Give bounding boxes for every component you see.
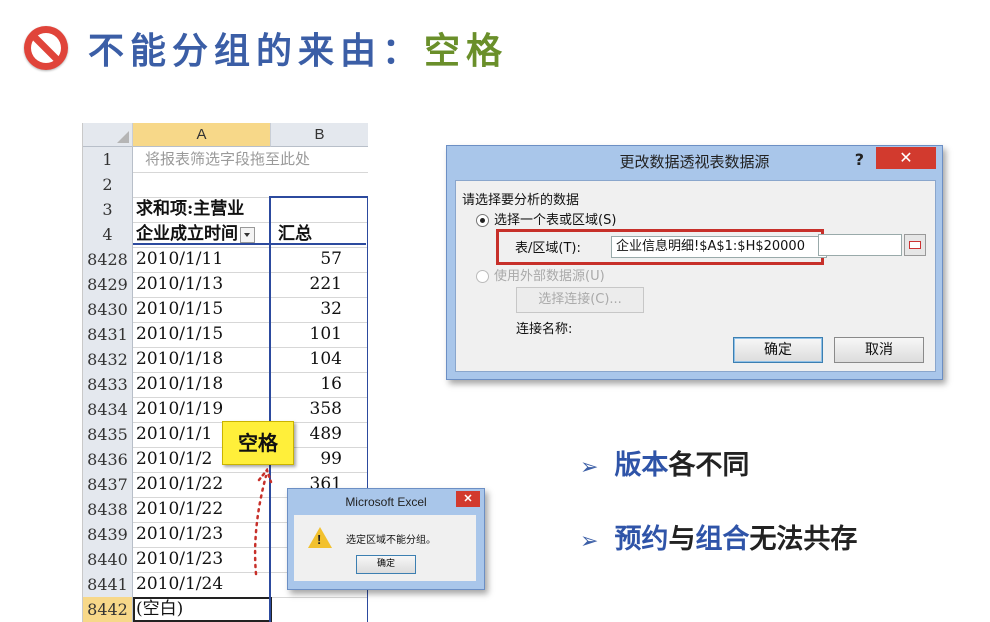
external-source-label: 使用外部数据源(U) — [494, 269, 605, 284]
range-input[interactable]: 企业信息明细!$A$1:$H$20000 — [611, 236, 827, 258]
bullet-keyword: 组合 — [695, 524, 750, 555]
date-cell[interactable]: 2010/1/19 — [133, 397, 272, 422]
title-highlight: 空格 — [424, 31, 509, 72]
blank-date-cell[interactable]: (空白) — [133, 597, 272, 622]
select-range-option[interactable]: 选择一个表或区域(S) — [476, 209, 616, 228]
row-number[interactable]: 4 — [83, 222, 133, 247]
select-all-corner[interactable] — [83, 123, 133, 147]
bullet-keyword: 预约 — [614, 524, 669, 555]
row-number[interactable]: 8434 — [83, 397, 133, 422]
row-field-label: 企业成立时间 — [136, 224, 238, 244]
prohibited-icon — [24, 26, 68, 70]
row-number[interactable]: 8440 — [83, 547, 133, 572]
cancel-button[interactable]: 取消 — [834, 337, 924, 363]
pivot-header-divider — [133, 243, 366, 245]
date-cell[interactable]: 2010/1/13 — [133, 272, 272, 297]
row-number[interactable]: 8432 — [83, 347, 133, 372]
date-cell[interactable]: 2010/1/18 — [133, 347, 272, 372]
row-number[interactable]: 8430 — [83, 297, 133, 322]
close-button[interactable]: ✕ — [456, 491, 480, 507]
slide-title: 不能分组的来由：空格 — [24, 18, 508, 78]
row-number[interactable]: 1 — [83, 147, 133, 172]
row-number[interactable]: 8442 — [83, 597, 133, 622]
external-source-option[interactable]: 使用外部数据源(U) — [476, 265, 605, 284]
row-number[interactable]: 8429 — [83, 272, 133, 297]
collapse-dialog-icon[interactable] — [904, 234, 926, 256]
date-cell[interactable]: 2010/1/15 — [133, 297, 272, 322]
dialog-body: ! 选定区域不能分组。 确定 — [294, 515, 476, 581]
bullet-reservation: ➢ 预约与组合无法共存 — [580, 517, 857, 556]
row-number[interactable]: 8441 — [83, 572, 133, 597]
sheet-row: 1 将报表筛选字段拖至此处 — [83, 147, 368, 173]
choose-connection-button[interactable]: 选择连接(C)... — [516, 287, 644, 313]
row-number[interactable]: 8439 — [83, 522, 133, 547]
bullet-version: ➢ 版本各不同 — [580, 443, 749, 482]
row-number[interactable]: 8436 — [83, 447, 133, 472]
prompt-label: 请选择要分析的数据 — [462, 193, 580, 208]
bullet-keyword: 版本 — [614, 450, 669, 481]
date-cell[interactable]: 2010/1/18 — [133, 372, 272, 397]
row-number[interactable]: 8435 — [83, 422, 133, 447]
row-number[interactable]: 8437 — [83, 472, 133, 497]
arrow-bullet-icon: ➢ — [580, 455, 599, 480]
connection-name-label: 连接名称: — [516, 322, 573, 337]
sheet-row: 2 — [83, 172, 368, 198]
ok-button[interactable]: 确定 — [356, 555, 416, 574]
range-highlight-box: 表/区域(T): 企业信息明细!$A$1:$H$20000 — [496, 229, 827, 265]
row-number[interactable]: 8433 — [83, 372, 133, 397]
row-number[interactable]: 8438 — [83, 497, 133, 522]
range-input-extension[interactable] — [818, 234, 902, 256]
change-pivot-source-dialog: 更改数据透视表数据源 ? ✕ 请选择要分析的数据 选择一个表或区域(S) 表/区… — [446, 145, 943, 380]
row-number[interactable]: 3 — [83, 197, 133, 222]
date-cell[interactable]: 2010/1/15 — [133, 322, 272, 347]
title-text: 不能分组的来由：空格 — [88, 22, 508, 74]
row-number[interactable]: 8431 — [83, 322, 133, 347]
space-callout: 空格 — [222, 421, 294, 465]
close-button[interactable]: ✕ — [876, 147, 936, 169]
title-main: 不能分组的来由： — [88, 31, 425, 72]
range-label: 表/区域(T): — [515, 241, 581, 256]
dotted-arrow-icon — [253, 468, 273, 576]
column-header-a[interactable]: A — [133, 123, 271, 147]
radio-selected-icon[interactable] — [476, 214, 489, 227]
excel-error-dialog: Microsoft Excel ✕ ! 选定区域不能分组。 确定 — [287, 488, 485, 590]
dialog-title: Microsoft Excel — [345, 495, 427, 509]
radio-unselected-icon[interactable] — [476, 270, 489, 283]
filter-dropdown-icon[interactable] — [240, 226, 255, 243]
column-header-b[interactable]: B — [271, 123, 368, 147]
warning-mark: ! — [317, 532, 322, 547]
report-filter-drop-zone[interactable]: 将报表筛选字段拖至此处 — [133, 147, 368, 172]
bullet-text: 各不同 — [668, 450, 750, 481]
error-message: 选定区域不能分组。 — [346, 535, 436, 546]
ok-button[interactable]: 确定 — [733, 337, 823, 363]
dialog-title: 更改数据透视表数据源 — [619, 153, 770, 171]
row-number[interactable]: 2 — [83, 172, 133, 197]
bullet-text: 与 — [668, 524, 696, 555]
row-number[interactable]: 8428 — [83, 247, 133, 272]
dialog-body: 请选择要分析的数据 选择一个表或区域(S) 表/区域(T): 企业信息明细!$A… — [455, 180, 936, 372]
bullet-text: 无法共存 — [749, 524, 858, 555]
help-button[interactable]: ? — [855, 150, 864, 169]
select-range-label: 选择一个表或区域(S) — [494, 213, 617, 228]
pivot-value-field-label[interactable]: 求和项:主营业 — [133, 197, 272, 222]
arrow-bullet-icon: ➢ — [580, 529, 599, 554]
date-cell[interactable]: 2010/1/11 — [133, 247, 272, 272]
